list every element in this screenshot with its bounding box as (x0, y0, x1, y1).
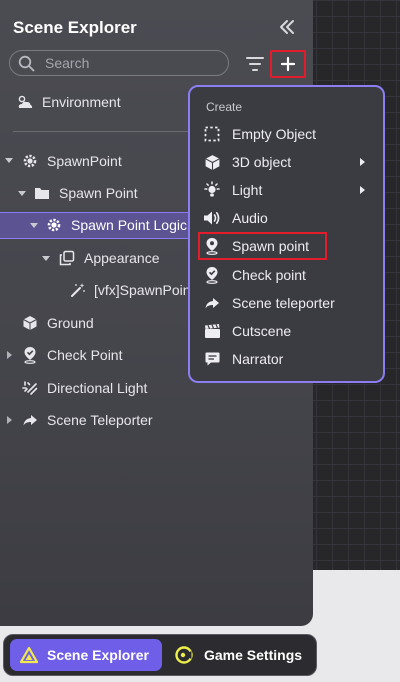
tree-item-label: Ground (47, 315, 94, 331)
share-arrow-icon (202, 293, 222, 313)
dashed-square-icon (202, 124, 222, 144)
tab-game-settings[interactable]: Game Settings (170, 639, 302, 671)
menu-header: Create (206, 100, 243, 114)
bottom-tab-bar: Scene Explorer Game Settings (3, 634, 317, 676)
tree-item-label: Scene Teleporter (47, 412, 153, 428)
tree-item-spawn-point-logic[interactable]: Spawn Point Logic (45, 212, 190, 238)
clapperboard-icon (202, 321, 222, 341)
game-settings-icon (175, 646, 193, 664)
tree-item-directional-light[interactable]: Directional Light (21, 375, 147, 401)
submenu-arrow-icon (360, 158, 365, 166)
gear-icon (21, 152, 39, 170)
share-arrow-icon (21, 411, 39, 429)
tab-label: Game Settings (204, 647, 303, 663)
menu-item-label: Audio (232, 210, 268, 226)
tree-item-check-point[interactable]: Check Point (21, 342, 122, 368)
tree-item-label: Spawn Point (59, 185, 138, 201)
create-menu: Create Empty Object 3D object Light Audi… (188, 85, 385, 383)
collapsed-arrow[interactable] (7, 416, 12, 424)
menu-item-label: Check point (232, 267, 306, 283)
tree-item-ground[interactable]: Ground (21, 310, 94, 336)
tree-item-label: Environment (42, 94, 121, 110)
tree-item-environment[interactable]: Environment (16, 89, 121, 115)
chat-bubble-icon (202, 349, 222, 369)
menu-item-spawn-point[interactable]: Spawn point (202, 233, 309, 259)
tab-label: Scene Explorer (47, 647, 149, 663)
tree-item-label: Directional Light (47, 380, 148, 396)
speaker-icon (202, 208, 222, 228)
search-input[interactable]: Search (9, 50, 229, 76)
collapsed-arrow[interactable] (7, 351, 12, 359)
checkpoint-icon (21, 346, 39, 364)
expand-arrow[interactable] (30, 223, 38, 228)
location-pin-icon (202, 236, 222, 256)
weather-icon (16, 93, 34, 111)
search-placeholder: Search (45, 55, 90, 71)
submenu-arrow-icon (360, 186, 365, 194)
plus-icon (280, 56, 296, 72)
warning-triangle-icon (19, 646, 39, 664)
menu-item-scene-teleporter[interactable]: Scene teleporter (202, 290, 335, 316)
gear-icon (45, 216, 63, 234)
menu-item-label: Cutscene (232, 323, 292, 339)
menu-item-label: Empty Object (232, 126, 317, 142)
tree-item-label: Check Point (47, 347, 123, 363)
expand-arrow[interactable] (18, 191, 26, 196)
search-icon (18, 55, 35, 72)
folder-icon (33, 184, 51, 202)
tree-item-label: [vfx]SpawnPoint (94, 282, 188, 298)
menu-item-light[interactable]: Light (202, 177, 262, 203)
panel-title: Scene Explorer (13, 18, 137, 37)
light-bulb-icon (202, 180, 222, 200)
copy-icon (58, 249, 76, 267)
checkpoint-icon (202, 265, 222, 285)
tree-item-scene-teleporter[interactable]: Scene Teleporter (21, 407, 153, 433)
menu-item-label: Light (232, 182, 263, 198)
tree-item-label: Spawn Point Logic (71, 217, 187, 233)
magic-wand-icon (70, 281, 86, 299)
tree-item-label: Appearance (84, 250, 160, 266)
filter-icon[interactable] (244, 54, 266, 74)
expand-arrow[interactable] (42, 256, 50, 261)
menu-item-cutscene[interactable]: Cutscene (202, 318, 291, 344)
tree-item-appearance[interactable]: Appearance (58, 245, 160, 271)
collapse-panel-icon[interactable] (276, 16, 298, 38)
cube-icon (21, 314, 39, 332)
tab-scene-explorer[interactable]: Scene Explorer (10, 639, 162, 671)
menu-item-label: 3D object (232, 154, 292, 170)
add-object-button[interactable] (270, 50, 306, 78)
menu-item-check-point[interactable]: Check point (202, 262, 306, 288)
menu-item-label: Narrator (232, 351, 284, 367)
menu-item-empty-object[interactable]: Empty Object (202, 121, 316, 147)
menu-item-label: Spawn point (232, 238, 310, 254)
tree-item-label: SpawnPoint (47, 153, 122, 169)
directional-light-icon (21, 379, 39, 397)
tree-item-spawnpoint[interactable]: SpawnPoint (21, 148, 122, 174)
menu-item-label: Scene teleporter (232, 295, 335, 311)
cube-icon (202, 152, 222, 172)
tree-item-spawn-point[interactable]: Spawn Point (33, 180, 138, 206)
menu-item-audio[interactable]: Audio (202, 205, 268, 231)
menu-item-3d-object[interactable]: 3D object (202, 149, 291, 175)
expand-arrow[interactable] (5, 158, 13, 163)
menu-item-narrator[interactable]: Narrator (202, 346, 283, 372)
tree-item-vfx-spawnpoint[interactable]: [vfx]SpawnPoint (70, 277, 188, 303)
